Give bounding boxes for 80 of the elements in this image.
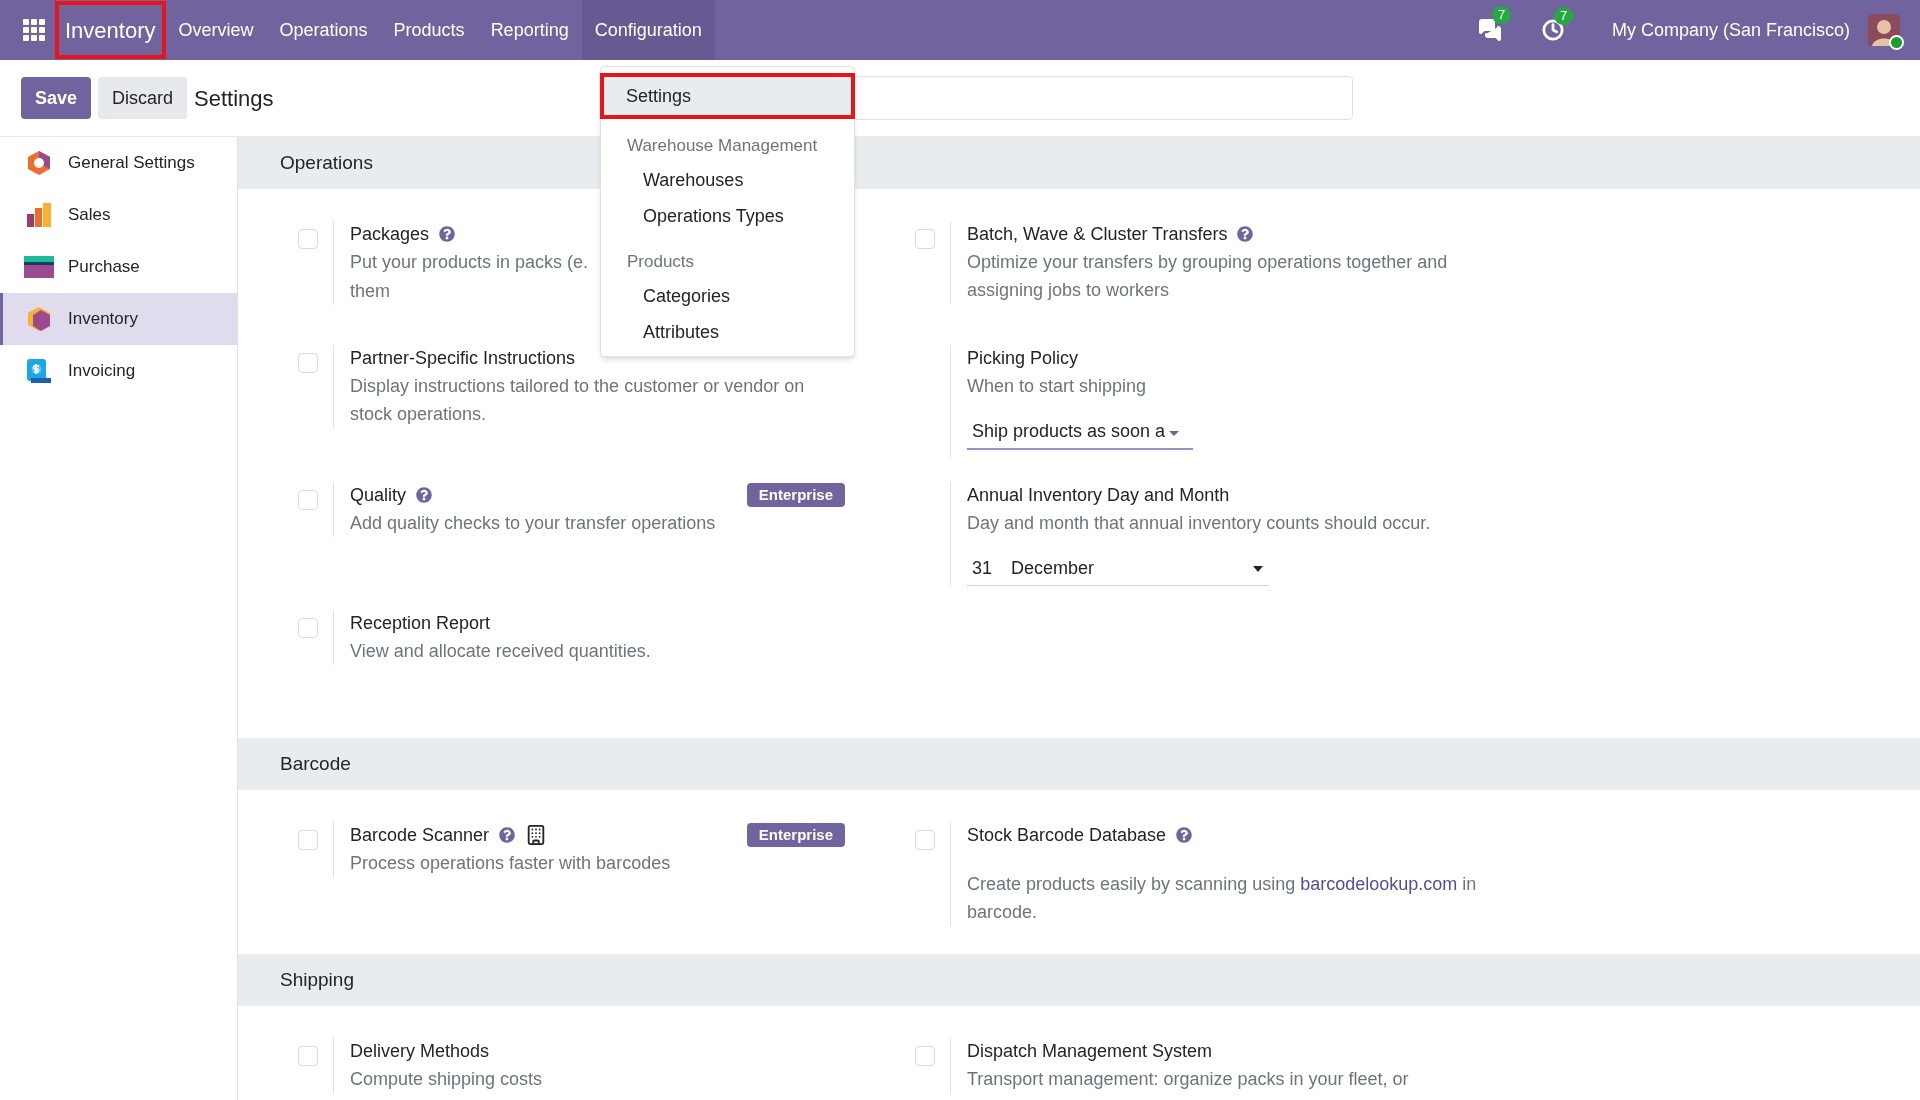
menu-item[interactable]: Configuration — [581, 0, 715, 60]
checkbox[interactable] — [914, 229, 935, 249]
avatar[interactable] — [1868, 14, 1900, 46]
dropdown-item[interactable]: Categories — [601, 278, 854, 314]
checkbox[interactable] — [297, 1046, 318, 1066]
setting-description: View and allocate received quantities. — [350, 640, 651, 663]
caret-icon — [1253, 565, 1263, 572]
setting-description: Add quality checks to your transfer operations — [350, 512, 716, 535]
section-header: Shipping — [238, 954, 1920, 1006]
setting-description: When to start shipping — [967, 375, 1147, 398]
dropdown-item[interactable]: Operations Types — [601, 198, 854, 235]
hexagon-icon — [26, 150, 52, 176]
discard-button[interactable]: Discard — [98, 77, 188, 119]
help-icon[interactable] — [1176, 827, 1193, 843]
bar-chart-icon — [26, 202, 52, 228]
menu-item[interactable]: Reporting — [477, 0, 582, 60]
barcodelookup-link[interactable]: barcodelookup.com — [1300, 874, 1458, 894]
sidebar-item[interactable]: Purchase — [0, 241, 237, 293]
picking-policy-select[interactable]: Ship products as soon a — [967, 418, 1193, 450]
help-icon[interactable] — [499, 827, 516, 843]
sidebar-item[interactable]: Inventory — [0, 293, 237, 345]
checkbox[interactable] — [297, 618, 318, 638]
sidebar-item[interactable]: Sales — [0, 189, 237, 241]
setting-description: Process operations faster with barcodes — [350, 852, 671, 875]
caret-icon — [1169, 430, 1180, 436]
hexagon-icon — [26, 306, 52, 332]
checkbox[interactable] — [914, 830, 935, 850]
dropdown-item[interactable]: Settings — [600, 73, 855, 119]
clock-icon[interactable] — [1541, 19, 1564, 41]
enterprise-badge: Enterprise — [746, 822, 845, 848]
menu-item[interactable]: Overview — [165, 0, 267, 60]
checkbox[interactable] — [297, 490, 318, 510]
setting-description: Optimize your transfers by grouping operations together and assigning jobs to workers — [967, 251, 1449, 302]
count-badge: 7 — [1491, 6, 1512, 24]
checkbox[interactable] — [297, 229, 318, 249]
checkbox[interactable] — [297, 353, 318, 373]
setting-title: Picking Policy — [967, 347, 1079, 370]
setting-description: Put your products in packs (e. — [350, 251, 589, 274]
setting-title: Reception Report — [350, 612, 491, 635]
setting-description: Create products easily by scanning using barcodelookup.com in barcode. — [967, 873, 1478, 924]
setting-title: Stock Barcode Database — [967, 824, 1167, 847]
setting-title: Dispatch Management System — [967, 1040, 1213, 1063]
checkbox[interactable] — [914, 1046, 935, 1066]
app-name-link[interactable]: Inventory — [55, 1, 166, 59]
dropdown-header: Products — [626, 250, 696, 273]
card-icon — [24, 256, 54, 278]
checkbox[interactable] — [297, 830, 318, 850]
setting-description: Compute shipping costs — [350, 1068, 543, 1091]
save-button[interactable]: Save — [21, 77, 92, 119]
apps-grid-icon[interactable] — [23, 19, 45, 41]
dropdown-item[interactable]: Attributes — [601, 314, 854, 350]
dropdown-header: Warehouse Management — [626, 135, 819, 157]
help-icon[interactable] — [416, 487, 433, 503]
dropdown-item[interactable]: Warehouses — [601, 162, 854, 199]
setting-description: Display instructions tailored to the customer or vendor on stock operations. — [350, 375, 806, 426]
enterprise-badge: Enterprise — [746, 482, 845, 508]
menu-item[interactable]: Products — [380, 0, 478, 60]
setting-title: Annual Inventory Day and Month — [967, 484, 1230, 507]
invoice-icon — [26, 358, 52, 384]
month-select[interactable]: December — [1011, 555, 1269, 582]
company-name[interactable]: My Company (San Francisco) — [1611, 16, 1850, 44]
count-badge: 7 — [1553, 7, 1574, 25]
setting-title: Delivery Methods — [350, 1040, 490, 1063]
chat-icon[interactable] — [1477, 18, 1502, 42]
setting-description: them — [350, 280, 391, 303]
setting-title: Quality — [350, 484, 407, 507]
day-field[interactable]: 31 — [967, 555, 1011, 582]
setting-description: Transport management: organize packs in your fleet, or — [967, 1068, 1409, 1091]
section-header: Barcode — [238, 738, 1920, 790]
page-title: Settings — [194, 84, 274, 113]
menu-item[interactable]: Operations — [266, 0, 381, 60]
setting-description: Day and month that annual inventory counts should occur. — [967, 512, 1431, 535]
setting-title: Partner-Specific Instructions — [350, 347, 576, 370]
sidebar-item[interactable]: Invoicing — [0, 345, 237, 397]
setting-title: Barcode Scanner — [350, 824, 490, 847]
help-icon[interactable] — [1237, 226, 1254, 242]
sidebar-item[interactable]: General Settings — [0, 137, 237, 189]
help-icon[interactable] — [439, 226, 456, 242]
setting-title: Batch, Wave & Cluster Transfers — [967, 223, 1228, 246]
setting-title: Packages — [350, 223, 430, 246]
